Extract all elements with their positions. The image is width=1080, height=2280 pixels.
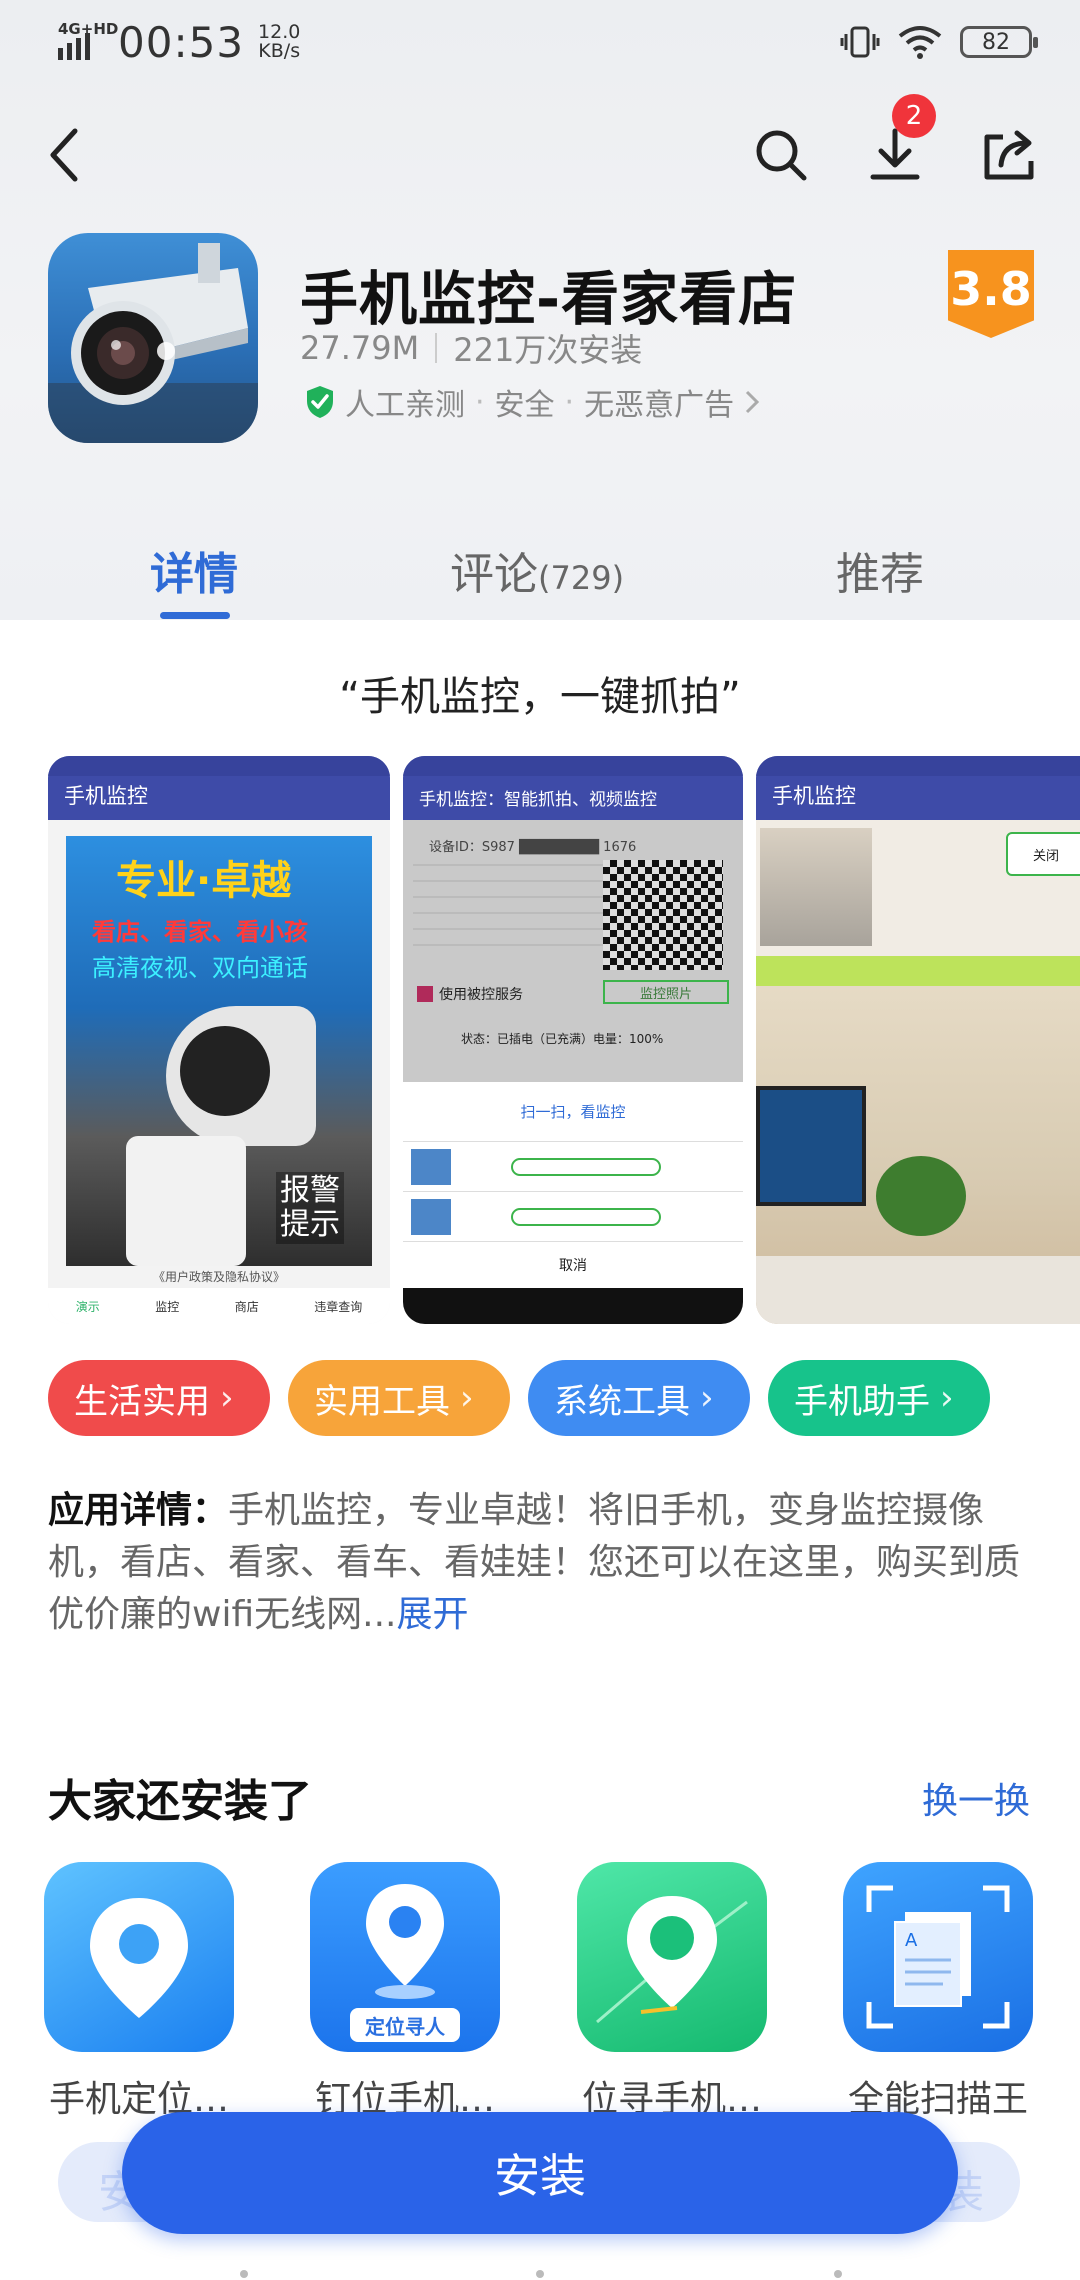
svg-text:A: A xyxy=(905,1930,918,1951)
nav-dot xyxy=(536,2270,544,2278)
tag-safe: 安全 xyxy=(494,388,555,423)
chevron-right-icon xyxy=(746,390,760,414)
category-chip-tools[interactable]: 实用工具 › xyxy=(288,1360,510,1436)
promo-line-1: 看店、看家、看小孩 xyxy=(92,918,308,946)
bottom-sheet: 扫一扫，看监控 取消 xyxy=(403,1082,743,1288)
status-bar-left: 4G+HD 00:53 12.0 KB/s xyxy=(58,17,301,67)
nav-dot xyxy=(240,2270,248,2278)
signal-icon: 4G+HD xyxy=(58,20,118,62)
rec-app-2-icon[interactable]: 定位寻人 xyxy=(310,1862,500,2052)
download-count-badge: 2 xyxy=(892,94,936,138)
shield-check-icon xyxy=(307,386,333,418)
tab-details[interactable]: 详情 xyxy=(150,538,238,602)
battery-icon: 82 xyxy=(960,26,1038,58)
refresh-link[interactable]: 换一换 xyxy=(922,1772,1030,1824)
location-pin-icon xyxy=(90,1898,188,2018)
chevron-right-icon: › xyxy=(940,1378,954,1418)
category-chip-life[interactable]: 生活实用 › xyxy=(48,1360,270,1436)
meta-divider xyxy=(435,333,438,363)
chevron-right-icon: › xyxy=(220,1378,234,1418)
app-installs: 221万次安装 xyxy=(453,331,643,369)
app-description: 应用详情：手机监控，专业卓越！将旧手机，变身监控摄像机，看店、看家、看车、看娃娃… xyxy=(48,1485,1038,1641)
share-button[interactable] xyxy=(974,120,1044,190)
app-meta: 27.79M 221万次安装 xyxy=(300,325,642,371)
icon-caption: 定位寻人 xyxy=(350,2008,460,2042)
verification-tags[interactable]: 人工亲测 · 安全 · 无恶意广告 xyxy=(305,380,760,424)
rating-badge: 3.8 xyxy=(948,250,1034,338)
description-label: 应用详情： xyxy=(48,1490,229,1531)
tag-no-ads: 无恶意广告 xyxy=(584,388,735,423)
phone-photo xyxy=(126,1136,246,1266)
back-button[interactable] xyxy=(30,120,100,190)
room-photo xyxy=(756,956,1080,1324)
close-preview-button: 关闭 xyxy=(1006,832,1080,876)
shot-status-bar xyxy=(48,756,390,776)
tag-separator: · xyxy=(475,384,485,420)
tab-recommend[interactable]: 推荐 xyxy=(836,538,924,602)
search-icon xyxy=(756,130,807,181)
category-chip-system[interactable]: 系统工具 › xyxy=(528,1360,750,1436)
clock: 00:53 xyxy=(118,17,245,67)
tab-indicator xyxy=(160,612,230,619)
screenshot-3[interactable]: 手机监控 关闭 xyxy=(756,756,1080,1324)
rec-app-4-icon[interactable]: A xyxy=(843,1862,1033,2052)
chevron-right-icon: › xyxy=(460,1378,474,1418)
promo-poster: 专业·卓越 看店、看家、看小孩 高清夜视、双向通话 报警 提示 xyxy=(66,836,372,1266)
expand-link[interactable]: 展开 xyxy=(396,1594,468,1635)
shot-status-bar xyxy=(756,756,1080,776)
shot-bottom-tabs: 演示 监控 商店 违章查询 xyxy=(48,1288,390,1324)
share-icon xyxy=(984,130,1034,180)
app-icon xyxy=(48,233,258,443)
screenshot-2[interactable]: 手机监控：智能抓拍、视频监控 设备ID：S987 ████████ 1676 使… xyxy=(403,756,743,1324)
status-bar-right: 82 xyxy=(840,18,1038,66)
app-size: 27.79M xyxy=(300,329,420,367)
tag-separator: · xyxy=(564,384,575,420)
policy-link: 《用户政策及隐私协议》 xyxy=(152,1270,285,1284)
wifi-icon xyxy=(898,26,942,59)
rec-app-1-icon[interactable] xyxy=(44,1862,234,2052)
camera-photo xyxy=(166,1006,316,1146)
promo-heading: 专业·卓越 xyxy=(116,858,292,904)
tab-reviews[interactable]: 评论(729) xyxy=(450,538,624,602)
instruction-text xyxy=(413,864,603,954)
chevron-right-icon: › xyxy=(700,1378,714,1418)
nav-dot xyxy=(834,2270,842,2278)
thumbnail-photo xyxy=(760,828,872,946)
app-slogan: “手机监控，一键抓拍” xyxy=(339,674,741,720)
back-arrow-icon xyxy=(50,128,78,182)
search-button[interactable] xyxy=(746,120,816,190)
vibrate-icon xyxy=(840,26,880,58)
alarm-text: 报警 提示 xyxy=(276,1172,344,1244)
app-title: 手机监控-看家看店 xyxy=(300,265,798,333)
section-title: 大家还安装了 xyxy=(48,1776,312,1827)
qr-code xyxy=(603,860,723,970)
category-chip-assistant[interactable]: 手机助手 › xyxy=(768,1360,990,1436)
scan-document-icon: A xyxy=(866,1885,1010,2029)
tag-tested: 人工亲测 xyxy=(345,388,465,423)
device-panel: 设备ID：S987 ████████ 1676 使用被控服务 监控照片 状态：已… xyxy=(403,820,743,1082)
android-nav-bar xyxy=(403,1288,743,1324)
map-route-icon xyxy=(596,1896,748,2024)
shot-status-bar xyxy=(403,756,743,776)
promo-line-2: 高清夜视、双向通话 xyxy=(92,954,308,982)
screenshot-1[interactable]: 手机监控 专业·卓越 看店、看家、看小孩 高清夜视、双向通话 报警 提示 《用户政… xyxy=(48,756,390,1324)
security-camera-icon xyxy=(48,243,258,443)
install-button[interactable]: 安装 xyxy=(122,2112,958,2234)
network-speed: 12.0 KB/s xyxy=(258,21,301,62)
rec-app-3-icon[interactable] xyxy=(577,1862,767,2052)
